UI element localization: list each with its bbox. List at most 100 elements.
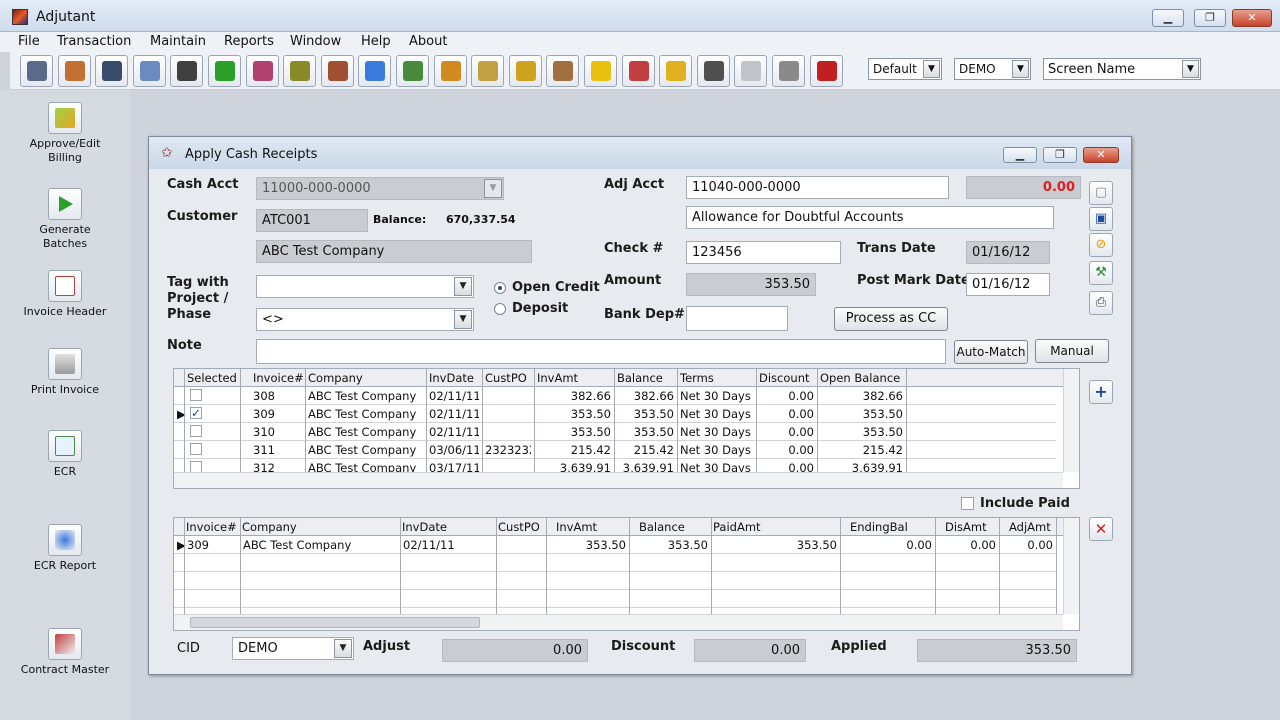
toolbar-button[interactable] xyxy=(696,55,730,87)
column-header[interactable]: InvDate xyxy=(402,520,447,534)
select-checkbox[interactable]: ✓ xyxy=(190,407,202,419)
check-field[interactable]: 123456 xyxy=(686,241,841,264)
column-header[interactable]: Balance xyxy=(639,520,685,534)
toolbar-button[interactable] xyxy=(20,55,53,87)
post-mark-field[interactable]: 01/16/12 xyxy=(966,273,1050,296)
new-document-icon[interactable]: ▢ xyxy=(1089,181,1113,205)
column-header[interactable]: Discount xyxy=(759,371,810,385)
menu-about[interactable]: About xyxy=(409,34,447,49)
toolbar-button[interactable] xyxy=(621,55,655,87)
column-header[interactable]: AdjAmt xyxy=(1009,520,1051,534)
horizontal-scrollbar[interactable] xyxy=(174,472,1063,488)
restore-button[interactable]: ❐ xyxy=(1194,9,1226,27)
column-header[interactable]: Open Balance xyxy=(820,371,900,385)
toolbar-button[interactable] xyxy=(132,55,166,87)
menu-reports[interactable]: Reports xyxy=(224,34,274,49)
toolbar-button[interactable] xyxy=(659,55,693,87)
toolbar-button[interactable] xyxy=(358,55,392,87)
column-header[interactable]: Terms xyxy=(680,371,714,385)
column-header[interactable]: CustPO xyxy=(485,371,527,385)
toolbar-button[interactable] xyxy=(734,55,768,87)
dialog-restore-button[interactable]: ❐ xyxy=(1043,147,1077,163)
invoice-row[interactable]: 310 ABC Test Company 02/11/11 353.50 353.50 N… xyxy=(174,423,1056,441)
customer-id-field[interactable]: ATC001 xyxy=(256,209,368,232)
include-paid-checkbox[interactable] xyxy=(961,497,974,510)
menu-file[interactable]: File xyxy=(18,34,40,49)
column-header[interactable]: InvDate xyxy=(429,371,474,385)
column-header[interactable]: InvAmt xyxy=(556,520,597,534)
deposit-radio[interactable] xyxy=(494,303,506,315)
process-cc-button[interactable]: Process as CC xyxy=(834,307,948,331)
invoice-row[interactable]: 311 ABC Test Company 03/06/11 2323232 215.42… xyxy=(174,441,1056,459)
amount-field[interactable]: 353.50 xyxy=(686,273,816,296)
vertical-scrollbar[interactable] xyxy=(1063,518,1079,614)
manual-button[interactable]: Manual xyxy=(1035,339,1109,363)
close-button[interactable]: ✕ xyxy=(1232,9,1272,27)
cancel-icon[interactable]: ⊘ xyxy=(1089,233,1113,257)
column-header[interactable]: Company xyxy=(242,520,297,534)
scroll-thumb[interactable] xyxy=(190,617,480,628)
select-checkbox[interactable] xyxy=(190,389,202,401)
launcher-ecr-report[interactable]: ECR Report xyxy=(10,524,120,573)
applied-row[interactable]: ▶ 309 ABC Test Company 02/11/11 353.50 353.50… xyxy=(174,536,1056,554)
toolbar-button[interactable] xyxy=(95,55,129,87)
launcher-ecr[interactable]: ECR xyxy=(10,430,120,479)
select-checkbox[interactable] xyxy=(190,443,202,455)
column-header[interactable]: Invoice# xyxy=(186,520,237,534)
cid-select[interactable]: DEMO ▼ xyxy=(232,637,354,660)
note-field[interactable] xyxy=(256,339,946,364)
toolbar-button[interactable] xyxy=(245,55,279,87)
toolbar-button[interactable] xyxy=(433,55,467,87)
menu-help[interactable]: Help xyxy=(361,34,391,49)
menu-window[interactable]: Window xyxy=(290,34,341,49)
screen-name-select[interactable]: Screen Name ▼ xyxy=(1043,58,1201,80)
column-header[interactable]: Invoice# xyxy=(253,371,304,385)
toolbar-button[interactable] xyxy=(546,55,580,87)
menu-maintain[interactable]: Maintain xyxy=(150,34,206,49)
open-credit-radio[interactable] xyxy=(494,282,506,294)
applied-row[interactable] xyxy=(174,554,1056,572)
auto-match-button[interactable]: Auto-Match xyxy=(954,340,1028,364)
toolbar-button[interactable] xyxy=(584,55,617,87)
column-header[interactable]: InvAmt xyxy=(537,371,578,385)
column-header[interactable]: EndingBal xyxy=(850,520,908,534)
toolbar-button[interactable] xyxy=(57,55,91,87)
launcher-print-invoice[interactable]: Print Invoice xyxy=(10,348,120,397)
horizontal-scrollbar[interactable] xyxy=(174,614,1063,630)
column-header[interactable]: Selected xyxy=(187,371,237,385)
dialog-close-button[interactable]: ✕ xyxy=(1083,147,1119,163)
add-row-icon[interactable]: + xyxy=(1089,380,1113,404)
cash-acct-select[interactable]: 11000-000-0000 ▼ xyxy=(256,177,504,200)
column-header[interactable]: PaidAmt xyxy=(713,520,761,534)
adj-acct-field[interactable]: 11040-000-0000 xyxy=(686,176,949,199)
dialog-minimize-button[interactable]: ▁ xyxy=(1003,147,1037,163)
column-header[interactable]: Balance xyxy=(617,371,663,385)
column-header[interactable]: Company xyxy=(308,371,363,385)
company-select[interactable]: DEMO ▼ xyxy=(954,58,1031,80)
default-select[interactable]: Default ▼ xyxy=(868,58,942,80)
toolbar-button[interactable] xyxy=(320,55,354,87)
invoice-row[interactable]: 308 ABC Test Company 02/11/11 382.66 382.66 N… xyxy=(174,387,1056,405)
toolbar-button[interactable] xyxy=(170,55,204,87)
toolbar-button[interactable] xyxy=(471,55,505,87)
select-checkbox[interactable] xyxy=(190,425,202,437)
delete-row-icon[interactable]: ✕ xyxy=(1089,517,1113,541)
toolbar-button[interactable] xyxy=(208,55,241,87)
column-header[interactable]: CustPO xyxy=(498,520,540,534)
applied-row[interactable] xyxy=(174,590,1056,608)
menu-transaction[interactable]: Transaction xyxy=(57,34,131,49)
launcher-approve-billing[interactable]: Approve/Edit Billing xyxy=(10,102,120,165)
toolbar-button[interactable] xyxy=(772,55,805,87)
invoice-row[interactable]: ▶ ✓ 309 ABC Test Company 02/11/11 353.50 353.5… xyxy=(174,405,1056,423)
phase-select[interactable]: <> ▼ xyxy=(256,308,474,331)
minimize-button[interactable]: ▁ xyxy=(1152,9,1184,27)
toolbar-button[interactable] xyxy=(283,55,317,87)
project-select[interactable]: ▼ xyxy=(256,275,474,298)
vertical-scrollbar[interactable] xyxy=(1063,369,1079,472)
toolbar-button[interactable] xyxy=(396,55,429,87)
save-icon[interactable]: ▣ xyxy=(1089,207,1113,231)
bank-dep-field[interactable] xyxy=(686,306,788,331)
toolbar-button[interactable] xyxy=(809,55,843,87)
adj-desc-field[interactable]: Allowance for Doubtful Accounts xyxy=(686,206,1054,229)
hammer-icon[interactable]: ⚒ xyxy=(1089,261,1113,285)
